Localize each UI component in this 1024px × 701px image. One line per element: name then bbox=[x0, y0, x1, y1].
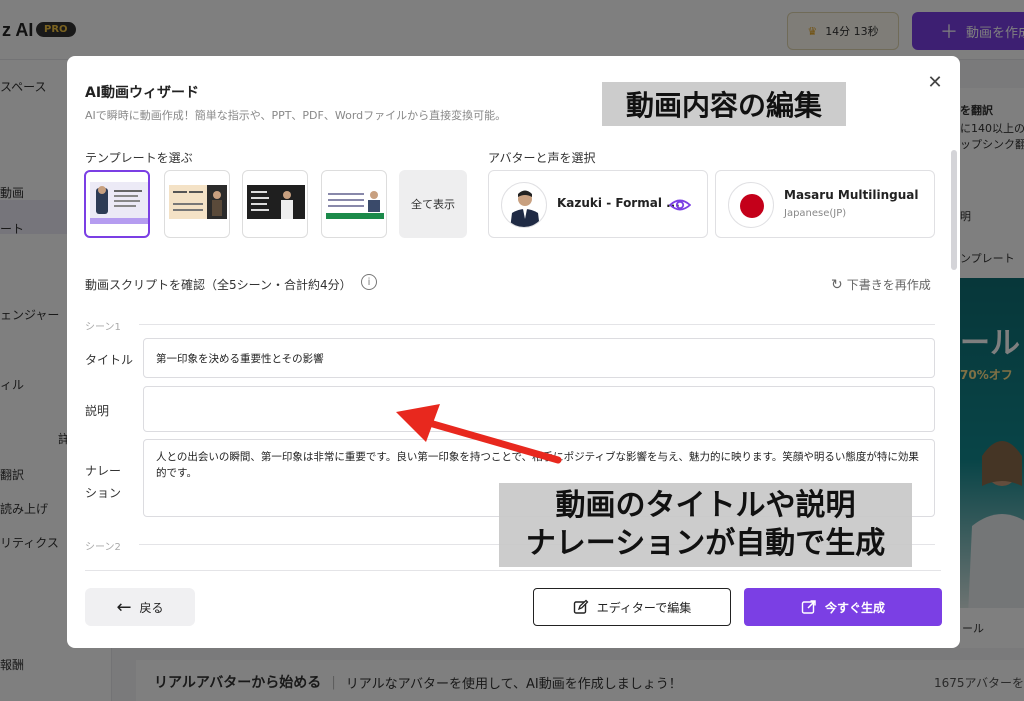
close-icon: ✕ bbox=[927, 71, 943, 93]
arrow-left-icon: ← bbox=[116, 596, 132, 618]
scene-1-label: シーン1 bbox=[85, 322, 121, 333]
close-button[interactable]: ✕ bbox=[923, 70, 947, 94]
modal-title: AI動画ウィザード bbox=[85, 85, 200, 101]
template-2-preview bbox=[169, 185, 227, 219]
avatar-name: Kazuki - Formal ... bbox=[557, 196, 680, 210]
template-thumb-4[interactable] bbox=[321, 170, 387, 238]
script-title: 動画スクリプトを確認（全5シーン・合計約4分） bbox=[85, 278, 352, 292]
modal-subtitle: AIで瞬時に動画作成！簡単な指示や、PPT、PDF、Wordファイルから直接変換… bbox=[85, 109, 507, 122]
scene-2-label: シーン2 bbox=[85, 542, 121, 553]
avatar-voice-label: アバターと声を選択 bbox=[488, 151, 596, 165]
template-1-preview bbox=[90, 182, 148, 224]
japan-flag-icon bbox=[728, 182, 774, 228]
modal-scrollbar[interactable] bbox=[951, 150, 957, 270]
template-thumb-3[interactable] bbox=[242, 170, 308, 238]
edit-icon bbox=[573, 599, 589, 614]
description-field-label: 説明 bbox=[85, 404, 110, 418]
eye-icon[interactable] bbox=[669, 195, 691, 215]
narration-field-label: ナレー ション bbox=[85, 460, 121, 504]
show-all-templates-button[interactable]: 全て表示 bbox=[399, 170, 467, 238]
annotation-bottom-line-1: 動画のタイトルや説明 bbox=[555, 488, 856, 523]
scene-1-divider bbox=[139, 324, 935, 325]
footer-divider bbox=[85, 570, 941, 571]
annotation-auto-generate: 動画のタイトルや説明 ナレーションが自動で生成 bbox=[499, 483, 912, 567]
rewrite-draft-button[interactable]: ↻ 下書きを再作成 bbox=[831, 276, 931, 293]
back-button[interactable]: ← 戻る bbox=[85, 588, 195, 626]
narration-label-line-1: ナレー bbox=[85, 464, 122, 478]
rewrite-label: 下書きを再作成 bbox=[846, 278, 931, 292]
generate-now-button[interactable]: 今すぐ生成 bbox=[744, 588, 942, 626]
title-field-label: タイトル bbox=[85, 353, 134, 367]
voice-card[interactable]: Masaru Multilingual Japanese(JP) bbox=[715, 170, 935, 238]
export-icon bbox=[801, 600, 816, 614]
voice-name: Masaru Multilingual bbox=[784, 188, 919, 202]
annotation-edit-content: 動画内容の編集 bbox=[602, 82, 846, 126]
avatar-card[interactable]: Kazuki - Formal ... bbox=[488, 170, 708, 238]
annotation-bottom-line-2: ナレーションが自動で生成 bbox=[525, 526, 886, 561]
editor-label: エディターで編集 bbox=[596, 600, 692, 615]
refresh-icon: ↻ bbox=[831, 276, 843, 293]
template-label: テンプレートを選ぶ bbox=[85, 151, 193, 165]
annotation-arrow-icon bbox=[396, 404, 562, 464]
edit-in-editor-button[interactable]: エディターで編集 bbox=[533, 588, 731, 626]
info-icon[interactable]: i bbox=[361, 274, 377, 290]
avatar-image bbox=[501, 182, 547, 228]
voice-language: Japanese(JP) bbox=[784, 208, 847, 219]
generate-label: 今すぐ生成 bbox=[824, 600, 885, 615]
template-thumb-2[interactable] bbox=[164, 170, 230, 238]
narration-label-line-2: ション bbox=[85, 486, 122, 500]
template-4-preview bbox=[326, 185, 384, 219]
avatar-person-icon bbox=[510, 190, 540, 227]
template-thumb-1[interactable] bbox=[84, 170, 150, 238]
back-label: 戻る bbox=[139, 600, 164, 615]
title-input[interactable]: 第一印象を決める重要性とその影響 bbox=[143, 338, 935, 378]
template-3-preview bbox=[247, 185, 305, 219]
